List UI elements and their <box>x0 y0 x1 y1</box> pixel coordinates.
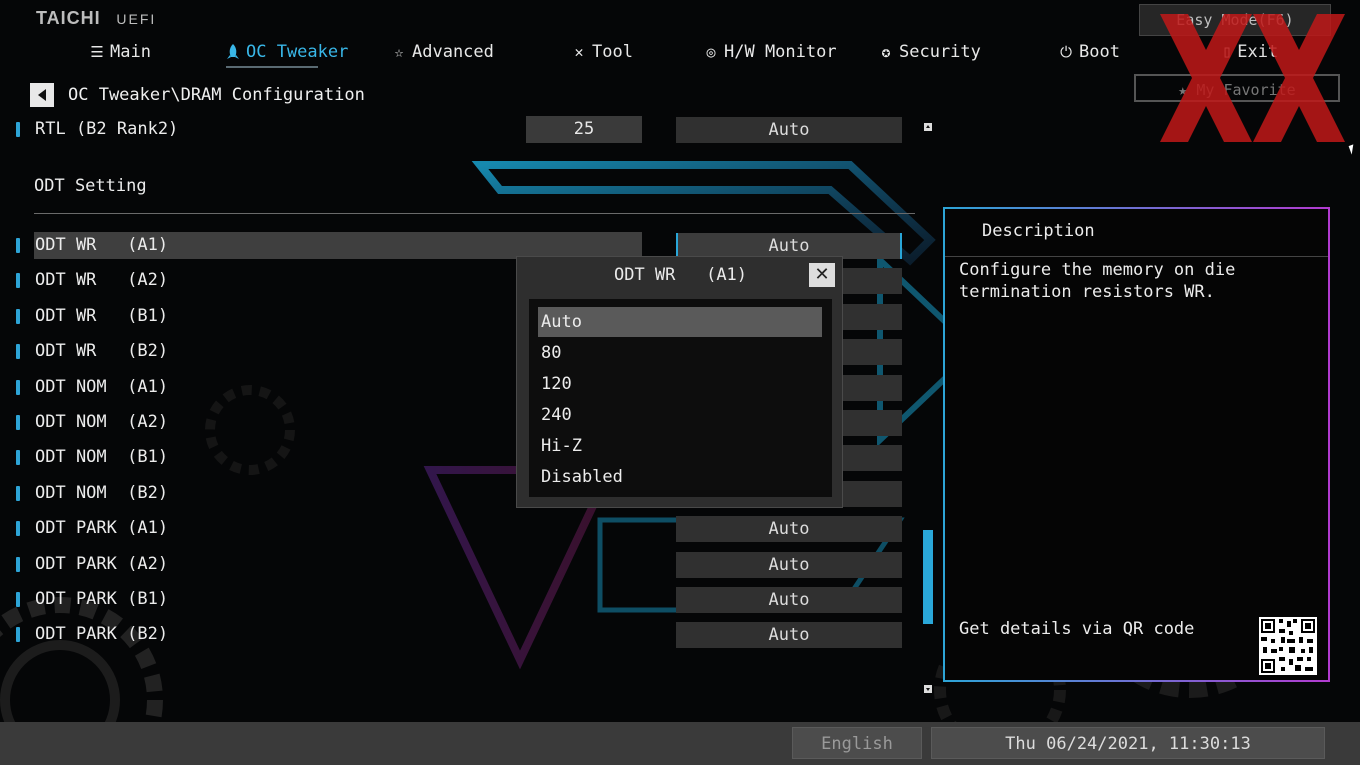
option-item[interactable]: 240 <box>538 400 822 430</box>
setting-label: ODT NOM (A1) <box>35 377 169 397</box>
brand-name: TAICHI <box>36 8 101 28</box>
setting-label: ODT PARK (B1) <box>35 589 169 609</box>
setting-label: ODT NOM (B2) <box>35 483 169 503</box>
back-arrow-icon <box>38 89 46 101</box>
row-marker <box>16 557 20 572</box>
row-marker <box>16 273 20 288</box>
tab-hw-monitor[interactable]: ◎ H/W Monitor <box>702 42 837 62</box>
settings-scrollbar[interactable] <box>922 123 934 695</box>
setting-row[interactable]: ODT PARK (A1) Auto <box>14 515 914 543</box>
tab-tool[interactable]: ✕ Tool <box>570 42 633 62</box>
scrollbar-thumb[interactable] <box>923 530 933 624</box>
description-divider <box>945 256 1328 257</box>
active-tab-underline <box>226 66 318 68</box>
option-item[interactable]: Auto <box>538 307 822 337</box>
star-icon: ☆ <box>394 43 404 61</box>
setting-value[interactable]: Auto <box>676 516 902 542</box>
row-marker <box>16 450 20 465</box>
setting-value[interactable]: Auto <box>676 552 902 578</box>
tab-main-label: Main <box>110 42 151 62</box>
option-item[interactable]: Hi-Z <box>538 431 822 461</box>
row-marker <box>16 415 20 430</box>
tab-hw-monitor-label: H/W Monitor <box>724 42 837 62</box>
language-button[interactable]: English <box>792 727 922 759</box>
description-title: Description <box>982 221 1095 241</box>
shield-icon: ✪ <box>881 43 891 61</box>
breadcrumb: OC Tweaker\DRAM Configuration <box>30 82 365 108</box>
qr-label: Get details via QR code <box>959 619 1195 639</box>
tab-security-label: Security <box>899 42 981 62</box>
setting-value[interactable]: Auto <box>676 587 902 613</box>
breadcrumb-path: OC Tweaker\DRAM Configuration <box>68 85 365 105</box>
setting-label: ODT WR (A2) <box>35 270 169 290</box>
watermark-xx-logo <box>1160 14 1345 142</box>
rtl-number: 25 <box>526 116 642 143</box>
tab-boot[interactable]: ⏻ Boot <box>1057 42 1120 62</box>
row-marker <box>16 521 20 536</box>
tab-tool-label: Tool <box>592 42 633 62</box>
option-item[interactable]: 120 <box>538 369 822 399</box>
row-marker <box>16 380 20 395</box>
tab-security[interactable]: ✪ Security <box>877 42 981 62</box>
row-marker <box>16 238 20 253</box>
option-item[interactable]: 80 <box>538 338 822 368</box>
row-marker <box>16 122 20 137</box>
setting-value[interactable]: Auto <box>676 622 902 648</box>
tab-advanced-label: Advanced <box>412 42 494 62</box>
setting-label: ODT PARK (A2) <box>35 554 169 574</box>
setting-row[interactable]: ODT PARK (B2) Auto <box>14 621 914 649</box>
setting-label: ODT NOM (A2) <box>35 412 169 432</box>
power-icon: ⏻ <box>1060 43 1072 61</box>
option-item[interactable]: Disabled <box>538 462 822 492</box>
tab-main[interactable]: ☰ Main <box>88 42 151 62</box>
tab-boot-label: Boot <box>1079 42 1120 62</box>
back-button[interactable] <box>30 83 54 107</box>
setting-label: RTL (B2 Rank2) <box>35 119 179 139</box>
list-icon: ☰ <box>90 43 104 61</box>
rocket-icon <box>224 43 242 61</box>
scroll-down-arrow-icon[interactable] <box>924 685 932 693</box>
row-marker <box>16 592 20 607</box>
section-title: ODT Setting <box>34 176 147 196</box>
uefi-label: UEFI <box>116 11 157 27</box>
setting-value[interactable]: Auto <box>676 117 902 143</box>
setting-label: ODT NOM (B1) <box>35 447 169 467</box>
monitor-icon: ◎ <box>706 43 716 61</box>
option-list: Auto 80 120 240 Hi-Z Disabled <box>529 299 832 497</box>
tab-advanced[interactable]: ☆ Advanced <box>390 42 494 62</box>
scroll-up-arrow-icon[interactable] <box>924 123 932 131</box>
main-nav: ☰ Main OC Tweaker ☆ Advanced ✕ Tool ◎ H/… <box>0 42 1130 66</box>
taichi-logo: TAICHI UEFI <box>36 8 156 29</box>
close-icon[interactable]: ✕ <box>809 263 835 287</box>
setting-label: ODT PARK (A1) <box>35 518 169 538</box>
status-bar: English Thu 06/24/2021, 11:30:13 <box>0 722 1360 765</box>
description-text: Configure the memory on die termination … <box>959 260 1236 302</box>
setting-label: ODT WR (A1) <box>35 235 169 255</box>
qr-code-icon <box>1259 617 1317 675</box>
datetime-display: Thu 06/24/2021, 11:30:13 <box>931 727 1325 759</box>
tab-oc-tweaker-label: OC Tweaker <box>246 42 349 62</box>
setting-label: ODT PARK (B2) <box>35 624 169 644</box>
popup-title: ODT WR (A1) <box>613 265 748 285</box>
row-marker <box>16 627 20 642</box>
description-panel: Description Configure the memory on die … <box>943 207 1330 682</box>
option-popup: ODT WR (A1) ✕ Auto 80 120 240 Hi-Z Disab… <box>516 256 843 508</box>
tab-oc-tweaker[interactable]: OC Tweaker <box>224 42 348 62</box>
setting-label: ODT WR (B1) <box>35 306 169 326</box>
row-marker <box>16 344 20 359</box>
row-marker <box>16 486 20 501</box>
setting-row[interactable]: ODT PARK (B1) Auto <box>14 586 914 614</box>
setting-row[interactable]: ODT PARK (A2) Auto <box>14 551 914 579</box>
section-divider <box>34 213 915 214</box>
setting-label: ODT WR (B2) <box>35 341 169 361</box>
setting-row-rtl[interactable]: RTL (B2 Rank2) 25 Auto <box>14 116 914 144</box>
row-marker <box>16 309 20 324</box>
tools-icon: ✕ <box>574 43 584 61</box>
